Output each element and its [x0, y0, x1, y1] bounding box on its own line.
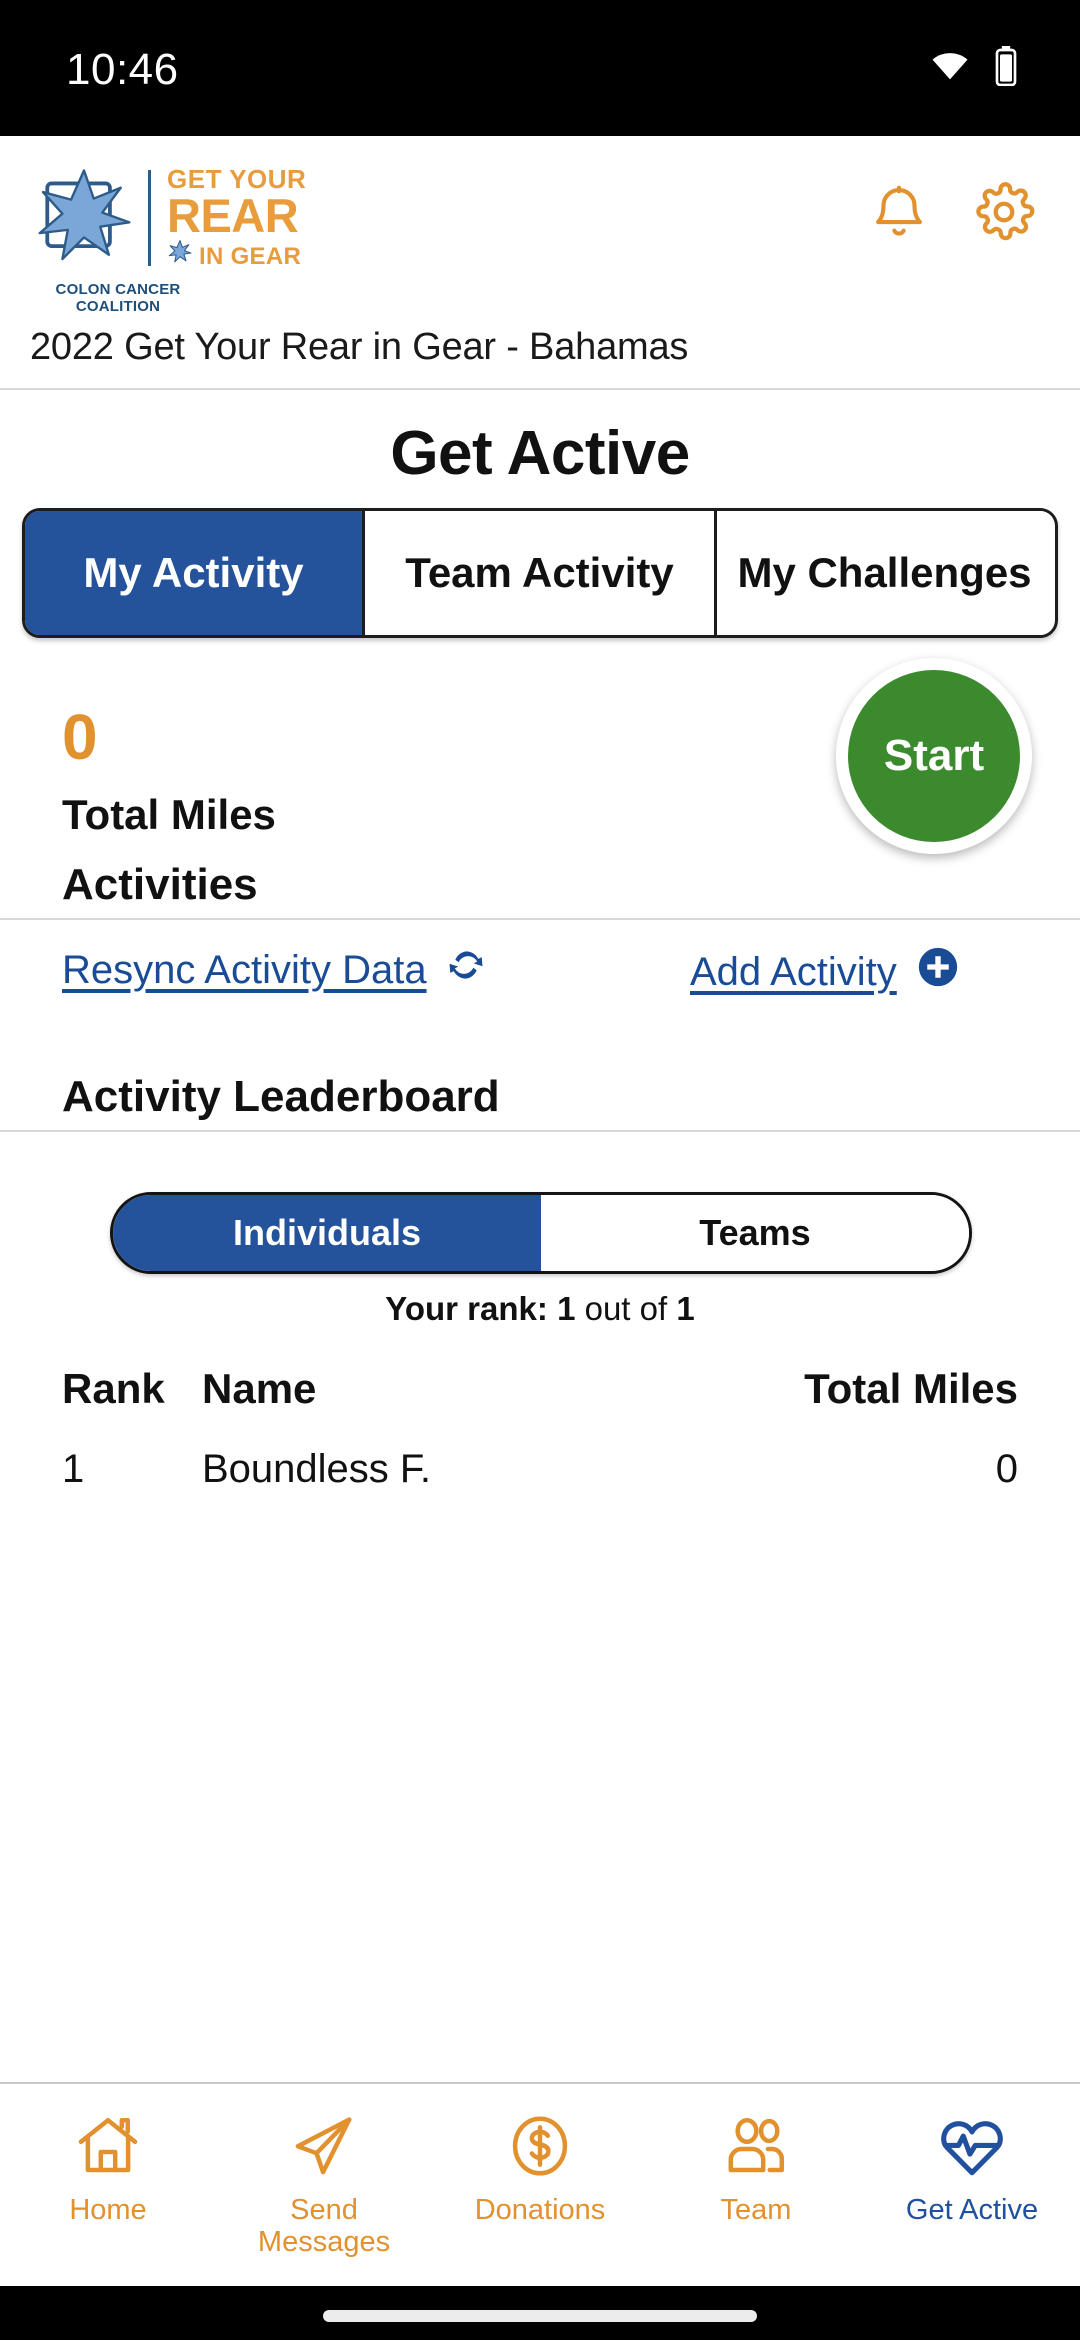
activities-heading: Activities	[62, 860, 258, 909]
header-actions	[868, 180, 1036, 249]
leaderboard-heading: Activity Leaderboard	[62, 1072, 500, 1121]
app-header: COLON CANCER COALITION GET YOUR REAR IN …	[0, 136, 1080, 388]
page-title: Get Active	[390, 419, 690, 488]
page-body: Get Active My Activity Team Activity My …	[0, 390, 1080, 2082]
nav-label-home: Home	[69, 2194, 147, 2226]
event-title: 2022 Get Your Rear in Gear - Bahamas	[30, 326, 689, 368]
segment-individuals[interactable]: Individuals	[113, 1195, 541, 1271]
start-button[interactable]: Start	[848, 670, 1020, 842]
tab-team-activity[interactable]: Team Activity	[365, 511, 717, 635]
nav-label-team: Team	[720, 2194, 792, 2226]
your-rank-line: Your rank: 1 out of 1	[0, 1290, 1080, 1328]
your-rank-middle: out of	[584, 1290, 668, 1327]
cell-rank: 1	[62, 1447, 85, 1491]
colon-cancer-coalition-star-icon	[30, 164, 138, 272]
start-button-ring: Start	[836, 658, 1032, 854]
resync-activity-data-link[interactable]: Resync Activity Data	[62, 944, 487, 996]
nav-item-send-messages[interactable]: Send Messages	[224, 2108, 424, 2259]
column-header-name: Name	[202, 1365, 317, 1412]
nav-item-donations[interactable]: Donations	[440, 2108, 640, 2226]
dollar-circle-icon	[504, 2108, 576, 2184]
total-miles-value: 0	[62, 701, 98, 773]
gesture-bar	[0, 2286, 1080, 2340]
app-logo[interactable]: COLON CANCER COALITION GET YOUR REAR IN …	[30, 164, 307, 314]
total-miles-summary: 0 Total Miles	[62, 705, 276, 839]
app-screen: 10:46 COLON CANCER COALITION GET YOUR RE…	[0, 0, 1080, 2340]
segment-teams[interactable]: Teams	[541, 1195, 969, 1271]
cell-total-miles: 0	[995, 1447, 1018, 1491]
people-icon	[720, 2108, 792, 2184]
leaderboard-table: Rank Name Total Miles 1 Boundless F. 0	[0, 1365, 1080, 1492]
heart-pulse-icon	[936, 2108, 1008, 2184]
add-activity-link[interactable]: Add Activity	[690, 944, 961, 1000]
refresh-icon	[445, 944, 487, 996]
tab-my-challenges[interactable]: My Challenges	[717, 511, 1052, 635]
nav-label-get-active: Get Active	[905, 2194, 1039, 2226]
activities-divider	[0, 918, 1080, 920]
gear-icon[interactable]	[972, 180, 1036, 249]
your-rank-prefix: Your rank:	[385, 1290, 548, 1327]
add-activity-label: Add Activity	[690, 949, 897, 994]
column-header-rank: Rank	[62, 1365, 165, 1412]
column-header-total-miles: Total Miles	[804, 1365, 1018, 1412]
status-time: 10:46	[66, 45, 179, 94]
status-bar: 10:46	[0, 0, 1080, 136]
nav-item-home[interactable]: Home	[8, 2108, 208, 2226]
plus-circle-icon	[915, 944, 961, 1000]
your-rank-value: 1	[557, 1290, 576, 1327]
your-rank-total: 1	[676, 1290, 695, 1327]
battery-icon	[994, 45, 1018, 91]
get-your-rear-in-gear-wordmark: GET YOUR REAR IN GEAR	[167, 164, 307, 271]
nav-label-send-messages: Send Messages	[257, 2194, 391, 2259]
status-icons	[930, 45, 1018, 91]
nav-item-team[interactable]: Team	[656, 2108, 856, 2226]
total-miles-label: Total Miles	[62, 791, 276, 838]
cell-name: Boundless F.	[202, 1447, 432, 1491]
bell-icon[interactable]	[868, 181, 930, 248]
logo-divider	[148, 170, 151, 266]
gesture-handle[interactable]	[323, 2310, 757, 2322]
bottom-navigation: Home Send Messages Donations Team Get Ac…	[0, 2082, 1080, 2286]
activity-tabs: My Activity Team Activity My Challenges	[22, 508, 1058, 638]
table-row[interactable]: 1 Boundless F. 0	[0, 1447, 1080, 1492]
leaderboard-divider	[0, 1130, 1080, 1132]
home-icon	[72, 2108, 144, 2184]
nav-item-get-active[interactable]: Get Active	[872, 2108, 1072, 2226]
wifi-icon	[930, 51, 970, 86]
nav-label-donations: Donations	[474, 2194, 606, 2226]
leaderboard-scope-toggle: Individuals Teams	[110, 1192, 972, 1274]
activity-links: Resync Activity Data Add Activity	[0, 936, 1080, 1016]
paper-plane-icon	[288, 2108, 360, 2184]
small-star-icon	[167, 239, 193, 270]
coalition-wordmark: COLON CANCER COALITION	[55, 281, 181, 315]
tab-my-activity[interactable]: My Activity	[25, 511, 365, 635]
table-header-row: Rank Name Total Miles	[0, 1365, 1080, 1413]
resync-activity-data-label: Resync Activity Data	[62, 947, 427, 992]
